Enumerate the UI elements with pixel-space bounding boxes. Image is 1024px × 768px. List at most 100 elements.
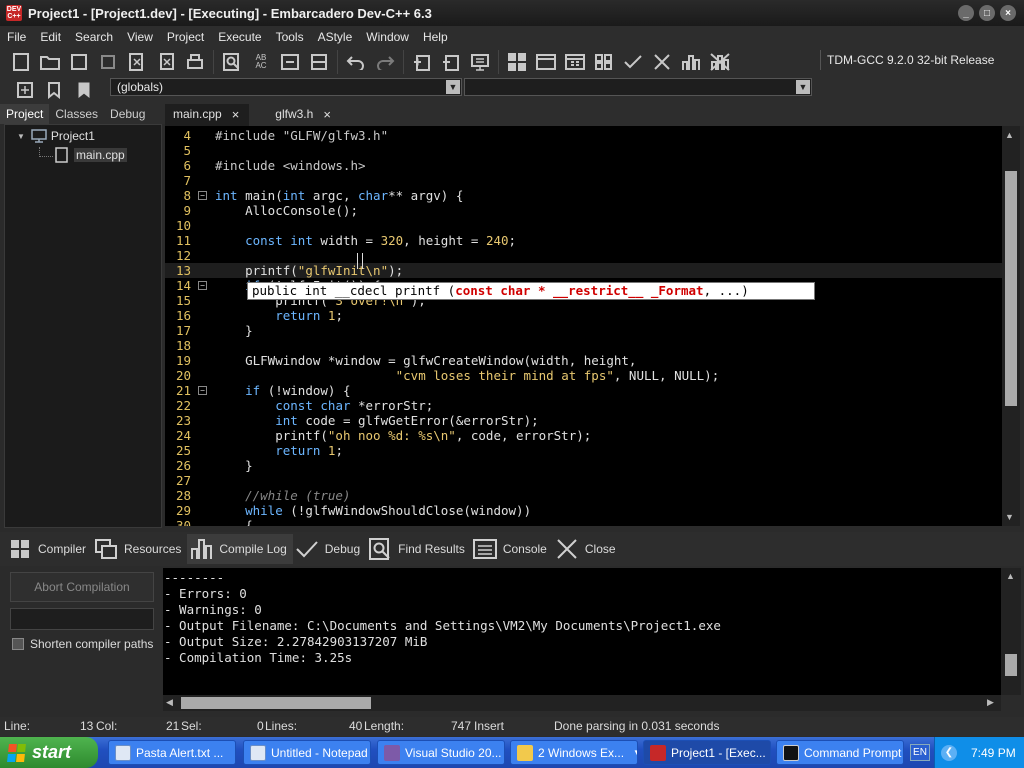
menu-view[interactable]: View	[120, 30, 160, 44]
code-line[interactable]: 10	[165, 218, 1002, 233]
find-icon[interactable]	[219, 50, 245, 74]
menu-window[interactable]: Window	[359, 30, 416, 44]
tab-main-cpp[interactable]: main.cpp ×	[165, 104, 250, 126]
redo-icon[interactable]	[372, 50, 398, 74]
scroll-left-icon[interactable]: ◀	[166, 697, 173, 708]
language-indicator[interactable]: EN	[910, 744, 930, 761]
code-line[interactable]: 20 "cvm loses their mind at fps", NULL, …	[165, 368, 1002, 383]
run-icon[interactable]	[533, 50, 559, 74]
close-button[interactable]: ×	[1000, 5, 1016, 21]
code-line[interactable]: 23 int code = glfwGetError(&errorStr);	[165, 413, 1002, 428]
code-line[interactable]: 13 printf("glfwInit\n");	[165, 263, 1002, 278]
code-line[interactable]: 4 #include "GLFW/glfw3.h"	[165, 128, 1002, 143]
start-button[interactable]: start	[0, 737, 98, 768]
menu-file[interactable]: File	[0, 30, 33, 44]
bookmark-icon[interactable]	[41, 78, 67, 102]
tab-compiler[interactable]: Compiler	[6, 534, 92, 564]
close-all-icon[interactable]	[153, 50, 179, 74]
menu-project[interactable]: Project	[160, 30, 211, 44]
code-line[interactable]: 16 return 1;	[165, 308, 1002, 323]
maximize-button[interactable]: □	[979, 5, 995, 21]
code-line[interactable]: 12	[165, 248, 1002, 263]
scrollbar-thumb[interactable]	[1005, 171, 1017, 406]
code-line[interactable]: 6 #include <windows.h>	[165, 158, 1002, 173]
code-line[interactable]: 7	[165, 173, 1002, 188]
scope-combo[interactable]: (globals) ▼	[110, 78, 462, 96]
tab-console[interactable]: Console	[471, 534, 553, 564]
taskbar-item-windows-explorer[interactable]: 2 Windows Ex... ▼	[510, 740, 638, 765]
tab-compile-log[interactable]: Compile Log	[187, 534, 293, 564]
scrollbar-thumb[interactable]	[181, 697, 371, 709]
print-icon[interactable]	[182, 50, 208, 74]
code-line[interactable]: 9 AllocConsole();	[165, 203, 1002, 218]
tray-expand-icon[interactable]: ❮	[941, 744, 957, 761]
tab-resources[interactable]: Resources	[92, 534, 187, 564]
new-file-icon[interactable]	[8, 50, 34, 74]
tab-project[interactable]: Project	[0, 104, 50, 124]
code-line[interactable]: 30 {	[165, 518, 1002, 526]
goto-line-icon[interactable]	[277, 50, 303, 74]
menu-search[interactable]: Search	[68, 30, 120, 44]
log-vertical-scrollbar[interactable]: ▲	[1001, 568, 1021, 695]
open-folder-icon[interactable]	[37, 50, 63, 74]
shorten-paths-checkbox[interactable]: Shorten compiler paths	[12, 637, 153, 651]
compile-run-icon[interactable]	[562, 50, 588, 74]
replace-icon[interactable]: AB AC	[248, 50, 274, 74]
checkbox-box[interactable]	[12, 638, 24, 650]
undo-icon[interactable]	[343, 50, 369, 74]
scroll-right-icon[interactable]: ▶	[987, 697, 994, 708]
tree-item-project[interactable]: ▼ Project1	[17, 129, 95, 143]
close-file-icon[interactable]	[124, 50, 150, 74]
delete-profile-icon[interactable]	[707, 50, 733, 74]
project-options-icon[interactable]	[467, 50, 493, 74]
code-line[interactable]: 27	[165, 473, 1002, 488]
remove-from-project-icon[interactable]	[438, 50, 464, 74]
profile-icon[interactable]	[678, 50, 704, 74]
code-line[interactable]: 18	[165, 338, 1002, 353]
goto-bookmark-icon[interactable]	[70, 78, 96, 102]
code-line[interactable]: 8− int main(int argc, char** argv) {	[165, 188, 1002, 203]
new-project-icon[interactable]	[409, 50, 435, 74]
rebuild-all-icon[interactable]	[591, 50, 617, 74]
code-editor[interactable]: 4 #include "GLFW/glfw3.h" 5 6 #include <wind…	[165, 126, 1002, 526]
close-tab-icon[interactable]: ×	[232, 107, 240, 126]
taskbar-item-pasta-alert[interactable]: Pasta Alert.txt ...	[108, 740, 236, 765]
save-all-icon[interactable]	[95, 50, 121, 74]
scroll-down-icon[interactable]: ▼	[1005, 512, 1014, 522]
save-icon[interactable]	[66, 50, 92, 74]
menu-execute[interactable]: Execute	[211, 30, 268, 44]
scroll-up-icon[interactable]: ▲	[1005, 130, 1014, 140]
taskbar-item-visual-studio[interactable]: Visual Studio 20...	[377, 740, 505, 765]
tab-debug-output[interactable]: Debug	[293, 534, 366, 564]
tab-close-panel[interactable]: Close	[553, 534, 622, 564]
tab-classes[interactable]: Classes	[49, 104, 104, 124]
code-line[interactable]: 28 //while (true)	[165, 488, 1002, 503]
code-line[interactable]: 22 const char *errorStr;	[165, 398, 1002, 413]
log-horizontal-scrollbar[interactable]: ◀ ▶	[163, 695, 1001, 711]
menu-help[interactable]: Help	[416, 30, 455, 44]
minimize-button[interactable]: _	[958, 5, 974, 21]
stop-execution-icon[interactable]	[649, 50, 675, 74]
taskbar-item-command-prompt[interactable]: Command Prompt	[776, 740, 904, 765]
tab-glfw3-h[interactable]: glfw3.h ×	[267, 104, 341, 126]
fold-toggle-icon[interactable]: −	[198, 191, 207, 200]
menu-edit[interactable]: Edit	[33, 30, 68, 44]
code-line[interactable]: 29 while (!glfwWindowShouldClose(window)…	[165, 503, 1002, 518]
compiler-set-select[interactable]: TDM-GCC 9.2.0 32-bit Release	[820, 50, 1010, 70]
editor-vertical-scrollbar[interactable]: ▲ ▼	[1002, 126, 1020, 526]
scroll-up-icon[interactable]: ▲	[1006, 571, 1015, 581]
toggle-bookmark-icon[interactable]	[306, 50, 332, 74]
menu-astyle[interactable]: AStyle	[311, 30, 360, 44]
fold-toggle-icon[interactable]: −	[198, 281, 207, 290]
fold-toggle-icon[interactable]: −	[198, 386, 207, 395]
abort-compilation-button[interactable]: Abort Compilation	[10, 572, 154, 602]
tree-item-main-cpp[interactable]: main.cpp	[55, 147, 127, 163]
group-dropdown-icon[interactable]: ▼	[633, 748, 637, 757]
chevron-down-icon[interactable]: ▼	[796, 80, 810, 94]
tab-debug[interactable]: Debug	[104, 104, 151, 124]
code-line[interactable]: 11 const int width = 320, height = 240;	[165, 233, 1002, 248]
insert-icon[interactable]	[12, 78, 38, 102]
code-line[interactable]: 24 printf("oh noo %d: %s\n", code, error…	[165, 428, 1002, 443]
code-line[interactable]: 19 GLFWwindow *window = glfwCreateWindow…	[165, 353, 1002, 368]
expand-toggle-icon[interactable]: ▼	[17, 132, 25, 141]
